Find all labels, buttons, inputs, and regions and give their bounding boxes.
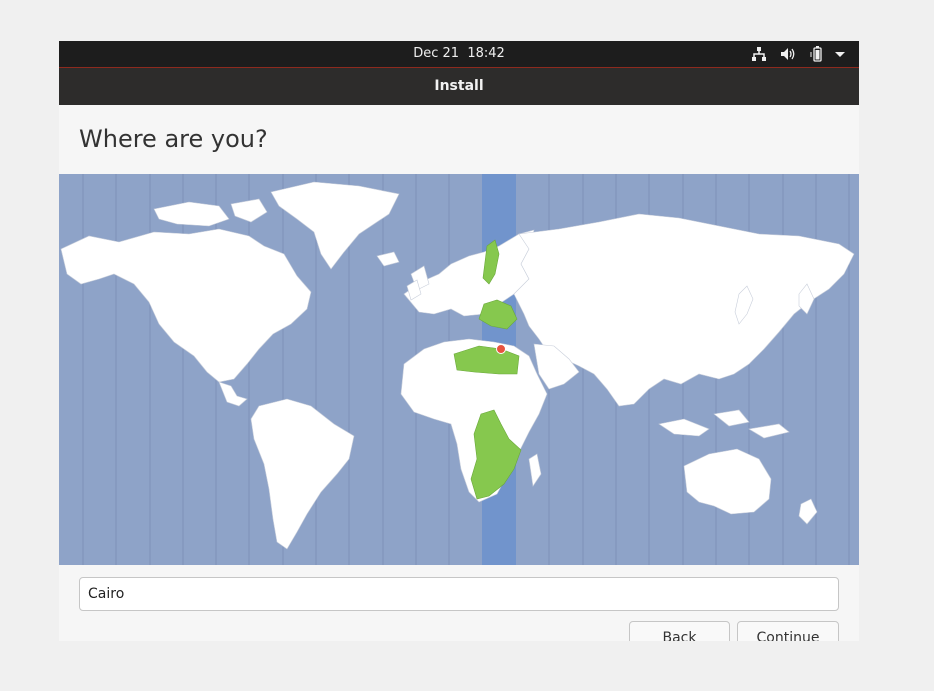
system-menu-chevron-icon[interactable] xyxy=(831,45,849,63)
battery-icon[interactable] xyxy=(808,45,826,63)
continue-button[interactable]: Continue xyxy=(737,621,839,641)
installer-screen: Dec 21 18:42 Install Where are you? Cair… xyxy=(59,41,859,641)
timezone-map[interactable] xyxy=(59,174,859,565)
system-top-bar: Dec 21 18:42 xyxy=(59,41,859,68)
location-field[interactable] xyxy=(79,577,839,611)
clock[interactable]: Dec 21 18:42 xyxy=(59,46,859,61)
page-title: Where are you? xyxy=(79,125,268,153)
location-pin-icon xyxy=(496,344,506,354)
volume-icon[interactable] xyxy=(779,45,797,63)
window-title: Install xyxy=(434,78,484,94)
window-title-bar: Install xyxy=(59,68,859,105)
back-button[interactable]: Back xyxy=(629,621,730,641)
network-icon[interactable] xyxy=(750,45,768,63)
